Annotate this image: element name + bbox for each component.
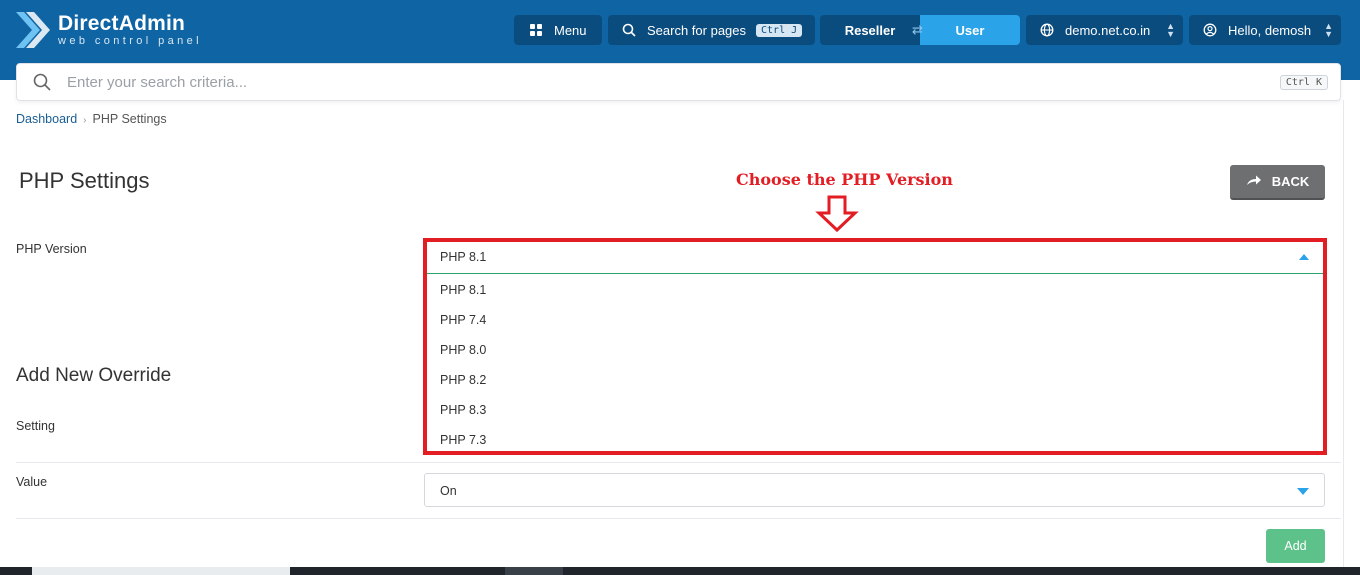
reseller-toggle[interactable]: Reseller — [820, 15, 920, 45]
brand-tagline: web control panel — [58, 35, 203, 47]
globe-icon — [1040, 23, 1054, 37]
divider — [16, 518, 1341, 519]
search-pages-button[interactable]: Search for pages Ctrl J — [608, 15, 815, 45]
domain-selector[interactable]: demo.net.co.in ▲ ▼ — [1026, 15, 1183, 45]
grid-icon — [530, 24, 542, 36]
breadcrumb-dashboard-link[interactable]: Dashboard — [16, 112, 77, 126]
global-search-bar[interactable]: Enter your search criteria... Ctrl K — [16, 63, 1341, 101]
os-taskbar — [0, 567, 1360, 575]
domain-label: demo.net.co.in — [1065, 22, 1151, 38]
divider — [16, 462, 1341, 463]
annotation-down-arrow-icon — [815, 195, 859, 233]
search-icon — [33, 73, 51, 96]
caret-down-icon — [1297, 488, 1309, 495]
directadmin-logo[interactable]: DirectAdmin web control panel — [14, 10, 202, 50]
value-selected: On — [440, 484, 457, 498]
search-pages-label: Search for pages — [647, 22, 747, 38]
breadcrumb: Dashboard › PHP Settings — [16, 112, 167, 126]
breadcrumb-current: PHP Settings — [92, 112, 167, 126]
back-button[interactable]: BACK — [1230, 165, 1325, 200]
add-button[interactable]: Add — [1266, 529, 1325, 563]
annotation-text: Choose the PHP Version — [736, 170, 953, 189]
chevron-right-icon: › — [83, 115, 87, 126]
taskbar-item[interactable] — [505, 567, 563, 575]
content-edge — [1343, 100, 1344, 575]
chevron-updown-icon: ▲ ▼ — [1324, 21, 1333, 39]
chevron-updown-icon: ▲ ▼ — [1166, 21, 1175, 39]
greeting-label: Hello, demosh — [1228, 22, 1312, 38]
share-arrow-icon — [1246, 174, 1262, 189]
php-version-label: PHP Version — [16, 242, 87, 256]
setting-label: Setting — [16, 419, 55, 433]
search-shortcut: Ctrl K — [1279, 75, 1328, 90]
user-account-menu[interactable]: Hello, demosh ▲ ▼ — [1189, 15, 1341, 45]
value-label: Value — [16, 475, 48, 489]
taskbar-item[interactable] — [32, 567, 290, 575]
back-label: BACK — [1271, 174, 1310, 189]
search-icon — [622, 23, 636, 37]
search-shortcut: Ctrl J — [756, 23, 803, 37]
page-title: PHP Settings — [19, 168, 150, 193]
menu-label: Menu — [554, 22, 587, 38]
directadmin-chevrons-icon — [16, 12, 50, 48]
brand-name: DirectAdmin — [58, 12, 186, 35]
user-circle-icon — [1203, 23, 1217, 37]
value-select[interactable]: On — [424, 473, 1325, 507]
user-toggle[interactable]: User — [920, 15, 1020, 45]
menu-button[interactable]: Menu — [514, 15, 602, 45]
reseller-user-switch[interactable]: Reseller User ⇄ — [820, 15, 1020, 45]
swap-arrows-icon: ⇄ — [912, 22, 923, 37]
annotation-highlight-box — [423, 238, 1327, 455]
search-input[interactable]: Enter your search criteria... — [67, 74, 247, 91]
override-section-title: Add New Override — [16, 365, 172, 386]
